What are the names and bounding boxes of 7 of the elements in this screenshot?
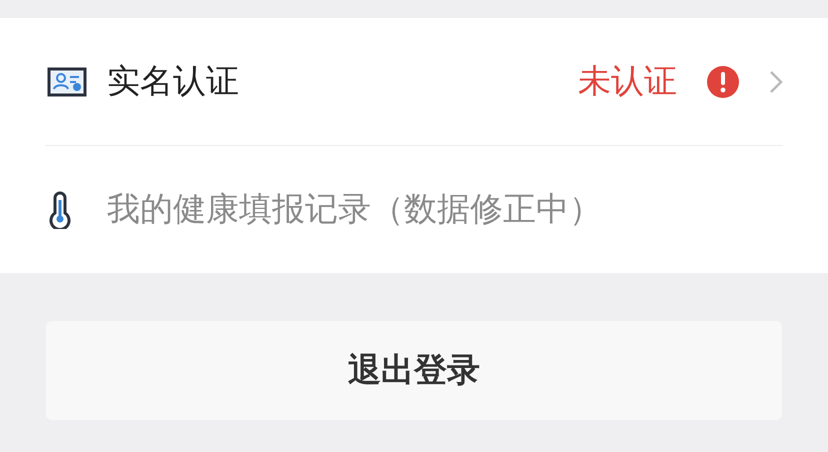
chevron-right-icon <box>769 70 783 94</box>
status-text: 未认证 <box>578 60 677 102</box>
logout-button[interactable]: 退出登录 <box>46 321 782 420</box>
menu-item-label[interactable]: 实名认证 <box>107 59 562 104</box>
thermometer-icon <box>47 190 73 228</box>
alert-icon <box>707 66 739 98</box>
id-card-icon <box>47 66 87 96</box>
